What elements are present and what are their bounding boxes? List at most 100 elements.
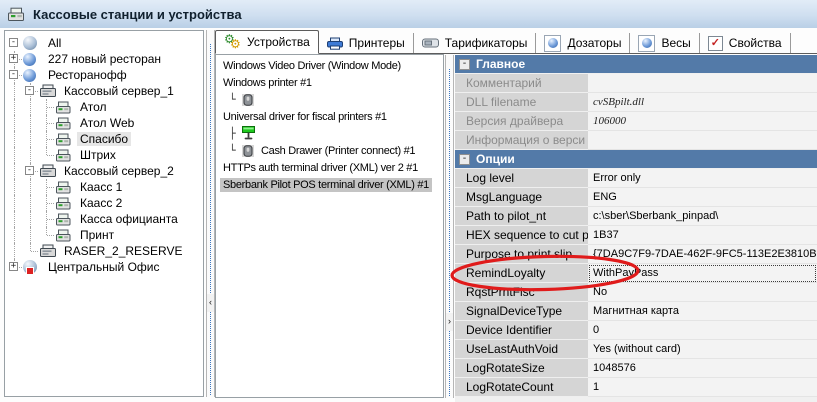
property-row: LogRotateCount1: [455, 378, 817, 397]
tree-connector: [39, 115, 55, 131]
tree-item: Спасибо: [5, 131, 203, 147]
device-list-item[interactable]: Windows Video Driver (Window Mode): [216, 57, 443, 74]
property-label: Log level: [455, 169, 588, 188]
tree-item-label[interactable]: Центральный Офис: [45, 260, 162, 274]
tree-item-label[interactable]: 227 новый ресторан: [45, 52, 164, 66]
collapse-section-icon[interactable]: -: [459, 59, 470, 70]
property-value[interactable]: Магнитная карта: [588, 302, 817, 321]
property-value[interactable]: {7DA9C7F9-7DAE-462F-9FC5-113E2E3810B2}: [588, 245, 817, 264]
tab-strip: ⚙⚙Устройства Принтеры Тарификаторы Дозаторы…: [215, 30, 817, 54]
cash-register-icon: [55, 117, 73, 130]
tree-item-label[interactable]: Каасс 2: [77, 196, 125, 210]
tree-connector: [23, 243, 39, 259]
tree-item: Каасс 1: [5, 179, 203, 195]
property-label: DLL filename: [455, 93, 588, 112]
device-list-item[interactable]: ├: [216, 125, 443, 142]
property-value[interactable]: 1: [588, 378, 817, 397]
cash-register-icon: [55, 181, 73, 194]
tab-Принтеры[interactable]: Принтеры: [319, 33, 414, 53]
tree-item-label[interactable]: Кассовый сервер_2: [61, 164, 177, 178]
collapse-left-icon[interactable]: ‹: [207, 294, 214, 312]
device-connector: └: [229, 144, 242, 157]
device-list-item[interactable]: Universal driver for fiscal printers #1: [216, 108, 443, 125]
device-list-item[interactable]: HTTPs auth terminal driver (XML) ver 2 #…: [216, 159, 443, 176]
splitter-dots: [449, 69, 450, 396]
tree-item-label[interactable]: Атол: [77, 100, 110, 114]
tab-Тарификаторы[interactable]: Тарификаторы: [414, 33, 537, 53]
tree-item-label[interactable]: Спасибо: [77, 132, 131, 146]
tree-item-label[interactable]: Ресторанофф: [45, 68, 130, 82]
tree-connector: +: [7, 51, 23, 67]
tree-connector: [39, 131, 55, 147]
printer-icon: [327, 37, 343, 50]
property-value[interactable]: cvSBpilt.dll: [588, 93, 817, 112]
property-value[interactable]: Error only: [588, 169, 817, 188]
collapse-right-icon[interactable]: ›: [446, 313, 453, 331]
tree-panel: - All +227 новый ресторан - Ресторанофф - Касс…: [4, 30, 204, 397]
tree-item: Каасс 2: [5, 195, 203, 211]
device-list-panel: Windows Video Driver (Window Mode)Window…: [215, 54, 444, 398]
tree-toggle-minus-icon[interactable]: -: [25, 86, 34, 95]
property-value[interactable]: c:\sber\Sberbank_pinpad\: [588, 207, 817, 226]
tree-toggle-plus-icon[interactable]: +: [9, 54, 18, 63]
tree-toggle-minus-icon[interactable]: -: [9, 38, 18, 47]
tree-item: - Ресторанофф: [5, 67, 203, 83]
property-value[interactable]: 1048576: [588, 359, 817, 378]
tree-toggle-plus-icon[interactable]: +: [9, 262, 18, 271]
tab-label: Принтеры: [349, 36, 405, 50]
tree-item: + Центральный Офис: [5, 259, 203, 275]
section-header: -Главное: [455, 55, 817, 73]
property-value[interactable]: WithPayPass: [588, 264, 817, 283]
tree-connector: [39, 195, 55, 211]
tree-toggle-minus-icon[interactable]: -: [9, 70, 18, 79]
property-label: RqstPrntFisc: [455, 283, 588, 302]
tab-Устройства[interactable]: ⚙⚙Устройства: [215, 30, 319, 54]
property-label: Версия драйвера: [455, 112, 588, 131]
property-value[interactable]: No: [588, 283, 817, 302]
tab-Свойства[interactable]: ✓Свойства: [700, 33, 791, 53]
tree-item-label[interactable]: Штрих: [77, 148, 119, 162]
tree-guide: [23, 227, 39, 243]
scales-ball-icon: [638, 35, 655, 52]
left-splitter[interactable]: ‹: [206, 30, 215, 397]
property-value[interactable]: 0: [588, 321, 817, 340]
property-value[interactable]: [588, 74, 817, 93]
right-splitter[interactable]: ›: [445, 55, 454, 398]
tree-item-label[interactable]: All: [45, 36, 64, 50]
property-row: UseLastAuthVoidYes (without card): [455, 340, 817, 359]
tree-connector: -: [23, 83, 39, 99]
tree-guide: [7, 131, 23, 147]
tree-item-label[interactable]: Касса официанта: [77, 212, 181, 226]
property-value[interactable]: 1B37: [588, 226, 817, 245]
tab-label: Дозаторы: [567, 36, 621, 50]
property-value[interactable]: 106000: [588, 112, 817, 131]
property-row: HEX sequence to cut p1B37: [455, 226, 817, 245]
properties-check-icon: ✓: [708, 36, 723, 51]
tree-item-label[interactable]: Принт: [77, 228, 117, 242]
tree-toggle-minus-icon[interactable]: -: [25, 166, 34, 175]
property-row: SignalDeviceTypeМагнитная карта: [455, 302, 817, 321]
tree-item-label[interactable]: Каасс 1: [77, 180, 125, 194]
property-row: Комментарий: [455, 74, 817, 93]
device-list-item[interactable]: └Cash Drawer (Printer connect) #1: [216, 142, 443, 159]
device-label: Universal driver for fiscal printers #1: [220, 110, 390, 124]
tree-item-label[interactable]: RASER_2_RESERVE: [61, 244, 186, 258]
property-label: LogRotateCount: [455, 378, 588, 397]
property-value[interactable]: ENG: [588, 188, 817, 207]
app-window: Кассовые станции и устройства -All+227 н…: [0, 0, 817, 402]
collapse-section-icon[interactable]: -: [459, 154, 470, 165]
tab-Весы[interactable]: Весы: [630, 33, 699, 53]
cash-register-icon: [55, 101, 73, 114]
property-row: MsgLanguageENG: [455, 188, 817, 207]
device-list-item[interactable]: Sberbank Pilot POS terminal driver (XML)…: [216, 176, 443, 193]
property-value[interactable]: [588, 131, 817, 150]
tab-Дозаторы[interactable]: Дозаторы: [536, 33, 630, 53]
tree-connector: [39, 211, 55, 227]
device-list-item[interactable]: └: [216, 91, 443, 108]
device-label: Windows Video Driver (Window Mode): [220, 59, 404, 73]
device-connector: ├: [229, 127, 242, 140]
tree-item-label[interactable]: Кассовый сервер_1: [61, 84, 177, 98]
property-value[interactable]: Yes (without card): [588, 340, 817, 359]
device-list-item[interactable]: Windows printer #1: [216, 74, 443, 91]
tree-item-label[interactable]: Атол Web: [77, 116, 137, 130]
